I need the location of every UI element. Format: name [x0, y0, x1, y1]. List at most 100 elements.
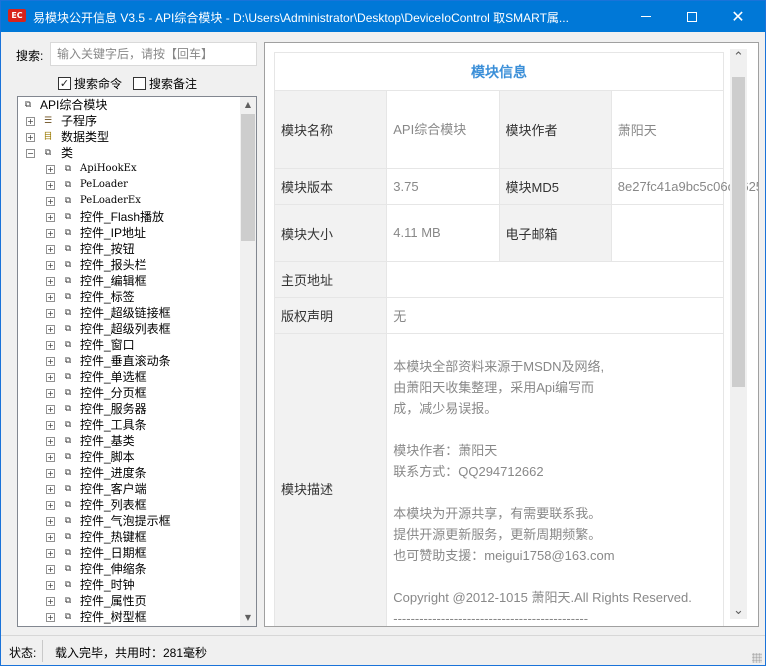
expand-plus-icon[interactable]: +: [46, 245, 55, 254]
expand-plus-icon[interactable]: +: [46, 501, 55, 510]
tree-item-class[interactable]: + 控件_分页框: [18, 385, 240, 401]
tree-item-class[interactable]: + 控件_垂直滚动条: [18, 353, 240, 369]
search-input[interactable]: [50, 42, 257, 66]
scroll-up-arrow-icon[interactable]: ▲: [240, 97, 256, 113]
description-line: 本模块全部资料来源于MSDN及网络,: [393, 359, 605, 374]
checkbox-unchecked-icon[interactable]: [133, 76, 146, 90]
expand-plus-icon[interactable]: +: [46, 181, 55, 190]
tree-item-class[interactable]: + 控件_超级链接框: [18, 305, 240, 321]
expand-plus-icon[interactable]: +: [46, 277, 55, 286]
tree-item-class[interactable]: + 控件_单选框: [18, 369, 240, 385]
expand-plus-icon[interactable]: +: [46, 213, 55, 222]
expand-plus-icon[interactable]: +: [46, 341, 55, 350]
class-icon: [61, 419, 75, 431]
collapse-minus-icon[interactable]: −: [26, 149, 35, 158]
expand-plus-icon[interactable]: +: [46, 229, 55, 238]
search-commands-checkbox[interactable]: ✓ 搜索命令: [58, 75, 122, 91]
app-logo-icon: EC: [8, 9, 26, 22]
tree-item-class[interactable]: + PeLoaderEx: [18, 193, 240, 209]
tree-item-root[interactable]: API综合模块: [18, 97, 240, 113]
tree-item-class[interactable]: + 控件_客户端: [18, 481, 240, 497]
tree-item-class[interactable]: + 控件_工具条: [18, 417, 240, 433]
tree-item-label: PeLoader: [80, 179, 128, 190]
expand-plus-icon[interactable]: +: [26, 133, 35, 142]
tree-item-class[interactable]: + 控件_编辑框: [18, 273, 240, 289]
scroll-down-chevron-icon[interactable]: ⌄: [730, 602, 747, 619]
tree-item-class[interactable]: + 控件_时钟: [18, 577, 240, 593]
email-value: [610, 204, 725, 262]
tree-item-class[interactable]: + 控件_属性页: [18, 593, 240, 609]
checkbox-checked-icon[interactable]: ✓: [58, 76, 71, 90]
tree-item-classes[interactable]: − 类: [18, 145, 240, 161]
expand-plus-icon[interactable]: +: [46, 485, 55, 494]
tree-item-class[interactable]: + 控件_超级列表框: [18, 321, 240, 337]
description-line: 模块作者：萧阳天: [393, 443, 498, 458]
expand-plus-icon[interactable]: +: [46, 325, 55, 334]
expand-plus-icon[interactable]: +: [46, 261, 55, 270]
expand-plus-icon[interactable]: +: [46, 165, 55, 174]
tree-item-class[interactable]: + 控件_服务器: [18, 401, 240, 417]
tree-item-class[interactable]: + 控件_日期框: [18, 545, 240, 561]
window-title: 易模块公开信息 V3.5 - API综合模块 - D:\Users\Admini…: [33, 11, 569, 25]
tree-item-class[interactable]: + 控件_气泡提示框: [18, 513, 240, 529]
tree-item-class[interactable]: + 控件_伸缩条: [18, 561, 240, 577]
expand-plus-icon[interactable]: +: [46, 453, 55, 462]
expand-plus-icon[interactable]: +: [46, 389, 55, 398]
tree-item-label: 控件_热键框: [80, 530, 147, 544]
tree-item-label: 控件_超级列表框: [80, 322, 171, 336]
subprogram-icon: [41, 115, 55, 127]
expand-plus-icon[interactable]: +: [46, 373, 55, 382]
maximize-button[interactable]: [669, 1, 715, 32]
expand-plus-icon[interactable]: +: [46, 597, 55, 606]
scroll-up-chevron-icon[interactable]: ⌃: [730, 49, 747, 66]
tree-item-class[interactable]: + PeLoader: [18, 177, 240, 193]
module-info-panel: 模块信息 模块名称 API综合模块 模块作者 萧阳天 模块版本 3.75 模块M…: [264, 42, 759, 627]
tree-item-class[interactable]: + 控件_按钮: [18, 241, 240, 257]
tree-item-class[interactable]: + ApiHookEx: [18, 161, 240, 177]
tree-item-label: 控件_服务器: [80, 402, 147, 416]
title-bar[interactable]: EC 易模块公开信息 V3.5 - API综合模块 - D:\Users\Adm…: [1, 1, 765, 32]
search-notes-checkbox[interactable]: 搜索备注: [133, 75, 197, 91]
tree-item-class[interactable]: + 控件_基类: [18, 433, 240, 449]
tree-scroll-thumb[interactable]: [241, 114, 255, 241]
resize-grip-icon[interactable]: [752, 653, 762, 663]
expand-plus-icon[interactable]: +: [46, 293, 55, 302]
expand-plus-icon[interactable]: +: [46, 197, 55, 206]
expand-plus-icon[interactable]: +: [26, 117, 35, 126]
expand-plus-icon[interactable]: +: [46, 517, 55, 526]
tree-item-class[interactable]: + 控件_树型框: [18, 609, 240, 625]
tree-item-class[interactable]: + 控件_热键框: [18, 529, 240, 545]
tree-item-class[interactable]: + 控件_标签: [18, 289, 240, 305]
tree-item-class[interactable]: + 控件_IP地址: [18, 225, 240, 241]
expand-plus-icon[interactable]: +: [46, 357, 55, 366]
tree-item-class[interactable]: + 控件_Flash播放: [18, 209, 240, 225]
scroll-down-arrow-icon[interactable]: ▼: [240, 610, 256, 626]
module-tree[interactable]: API综合模块 + 子程序 + 数据类型 − 类 + ApiHookEx + PeLo…: [17, 96, 257, 627]
expand-plus-icon[interactable]: +: [46, 565, 55, 574]
detail-scroll-thumb[interactable]: [732, 77, 745, 387]
tree-item-class[interactable]: + 控件_报头栏: [18, 257, 240, 273]
close-button[interactable]: ✕: [715, 1, 761, 32]
minimize-button[interactable]: [623, 1, 669, 32]
expand-plus-icon[interactable]: +: [46, 469, 55, 478]
tree-item-class[interactable]: + 控件_列表框: [18, 497, 240, 513]
expand-plus-icon[interactable]: +: [46, 309, 55, 318]
detail-scrollbar[interactable]: ⌃ ⌄: [730, 49, 747, 619]
tree-rows: API综合模块 + 子程序 + 数据类型 − 类 + ApiHookEx + PeLo…: [18, 97, 240, 625]
tree-item-class[interactable]: + 控件_进度条: [18, 465, 240, 481]
tree-item-subprograms[interactable]: + 子程序: [18, 113, 240, 129]
tree-item-class[interactable]: + 控件_窗口: [18, 337, 240, 353]
expand-plus-icon[interactable]: +: [46, 613, 55, 622]
expand-plus-icon[interactable]: +: [46, 549, 55, 558]
tree-item-data-types[interactable]: + 数据类型: [18, 129, 240, 145]
tree-item-label: 数据类型: [61, 130, 110, 144]
expand-plus-icon[interactable]: +: [46, 421, 55, 430]
expand-plus-icon[interactable]: +: [46, 437, 55, 446]
data-type-icon: [41, 131, 55, 143]
expand-plus-icon[interactable]: +: [46, 533, 55, 542]
expand-plus-icon[interactable]: +: [46, 405, 55, 414]
name-value: API综合模块: [386, 90, 500, 169]
expand-plus-icon[interactable]: +: [46, 581, 55, 590]
tree-item-class[interactable]: + 控件_脚本: [18, 449, 240, 465]
tree-scrollbar[interactable]: ▲ ▼: [240, 97, 256, 626]
